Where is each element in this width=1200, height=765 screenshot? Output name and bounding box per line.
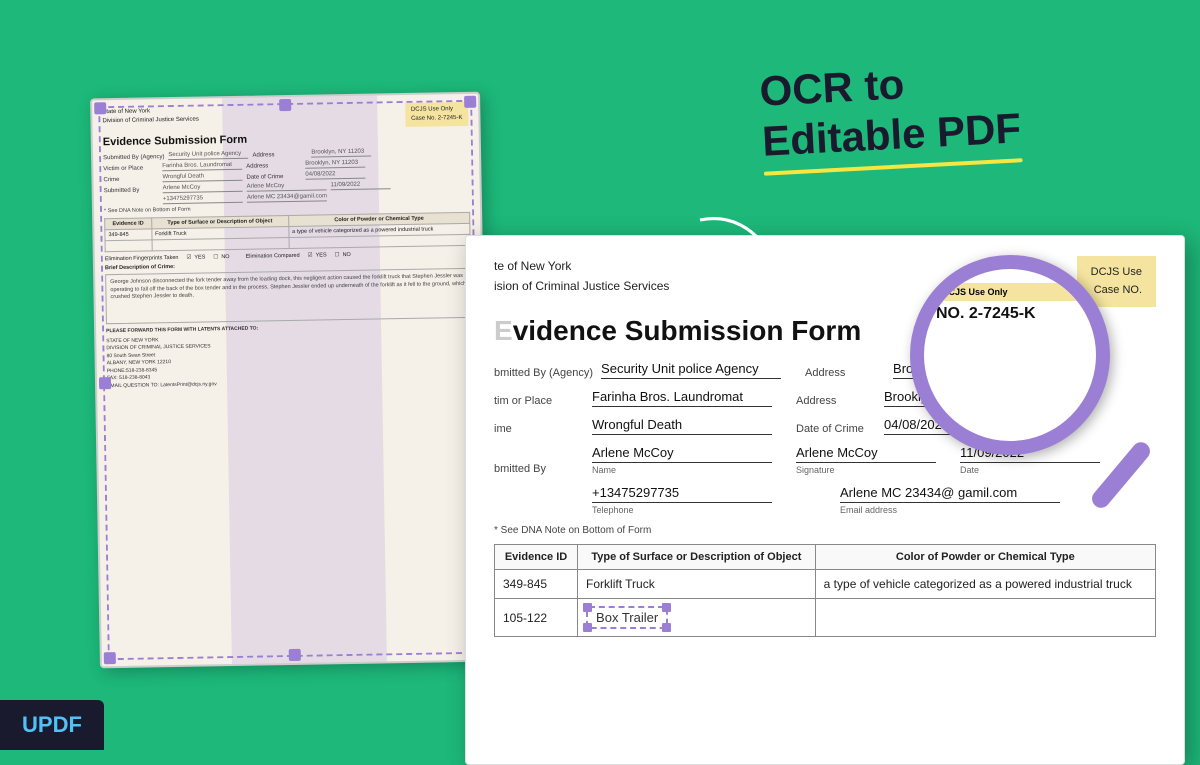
bt-handle-tr[interactable] xyxy=(662,603,671,612)
small-doc-content: State of New York Division of Criminal J… xyxy=(92,94,483,399)
large-evidence-table: Evidence ID Type of Surface or Descripti… xyxy=(494,544,1156,637)
table-row-2: 105-122 Box Trailer xyxy=(495,599,1156,637)
large-form-row-contact: placeholder +13475297735 Telephone Arlen… xyxy=(494,485,1156,515)
box-trailer-text: Box Trailer xyxy=(596,610,658,625)
large-dna-note: * See DNA Note on Bottom of Form xyxy=(494,525,1156,536)
updf-label: UPDF xyxy=(22,712,82,737)
handle-bottom-left[interactable] xyxy=(104,652,116,664)
small-description-text: George Johnson disconnected the fork ten… xyxy=(105,268,472,324)
col-color: Color of Powder or Chemical Type xyxy=(815,545,1155,570)
updf-badge: UPDF xyxy=(0,700,104,750)
ocr-title: OCR to Editable PDF xyxy=(758,53,1022,175)
small-doc-header-left: State of New York Division of Criminal J… xyxy=(102,107,199,133)
small-forward-section: PLEASE FORWARD THIS FORM WITH LATENTS AT… xyxy=(106,322,473,390)
bt-handle-bl[interactable] xyxy=(583,623,592,632)
bt-handle-tl[interactable] xyxy=(583,603,592,612)
large-doc-header-left: te of New York ision of Criminal Justice… xyxy=(494,256,669,307)
arrow-icon xyxy=(690,200,810,305)
table-row-1: 349-845 Forklift Truck a type of vehicle… xyxy=(495,570,1156,599)
magnifier-case: NO. 2-7245-K xyxy=(936,305,1084,323)
magnifier: DCJS Use Only NO. 2-7245-K xyxy=(910,255,1140,485)
col-surface: Type of Surface or Description of Object xyxy=(578,545,816,570)
small-doc-header-right: DCJS Use Only Case No. 2-7245-K xyxy=(405,102,469,127)
magnifier-content: DCJS Use Only NO. 2-7245-K xyxy=(924,269,1096,337)
small-document: State of New York Division of Criminal J… xyxy=(90,92,490,669)
magnifier-circle: DCJS Use Only NO. 2-7245-K xyxy=(910,255,1110,455)
col-evidence-id: Evidence ID xyxy=(495,545,578,570)
bt-handle-br[interactable] xyxy=(662,623,671,632)
small-doc-header: State of New York Division of Criminal J… xyxy=(102,102,468,132)
magnifier-use-only: DCJS Use Only xyxy=(936,283,1084,301)
box-trailer-highlight: Box Trailer xyxy=(586,606,668,629)
small-doc-title: Evidence Submission Form xyxy=(103,130,469,148)
small-evidence-table: Evidence ID Type of Surface or Descripti… xyxy=(104,212,471,252)
